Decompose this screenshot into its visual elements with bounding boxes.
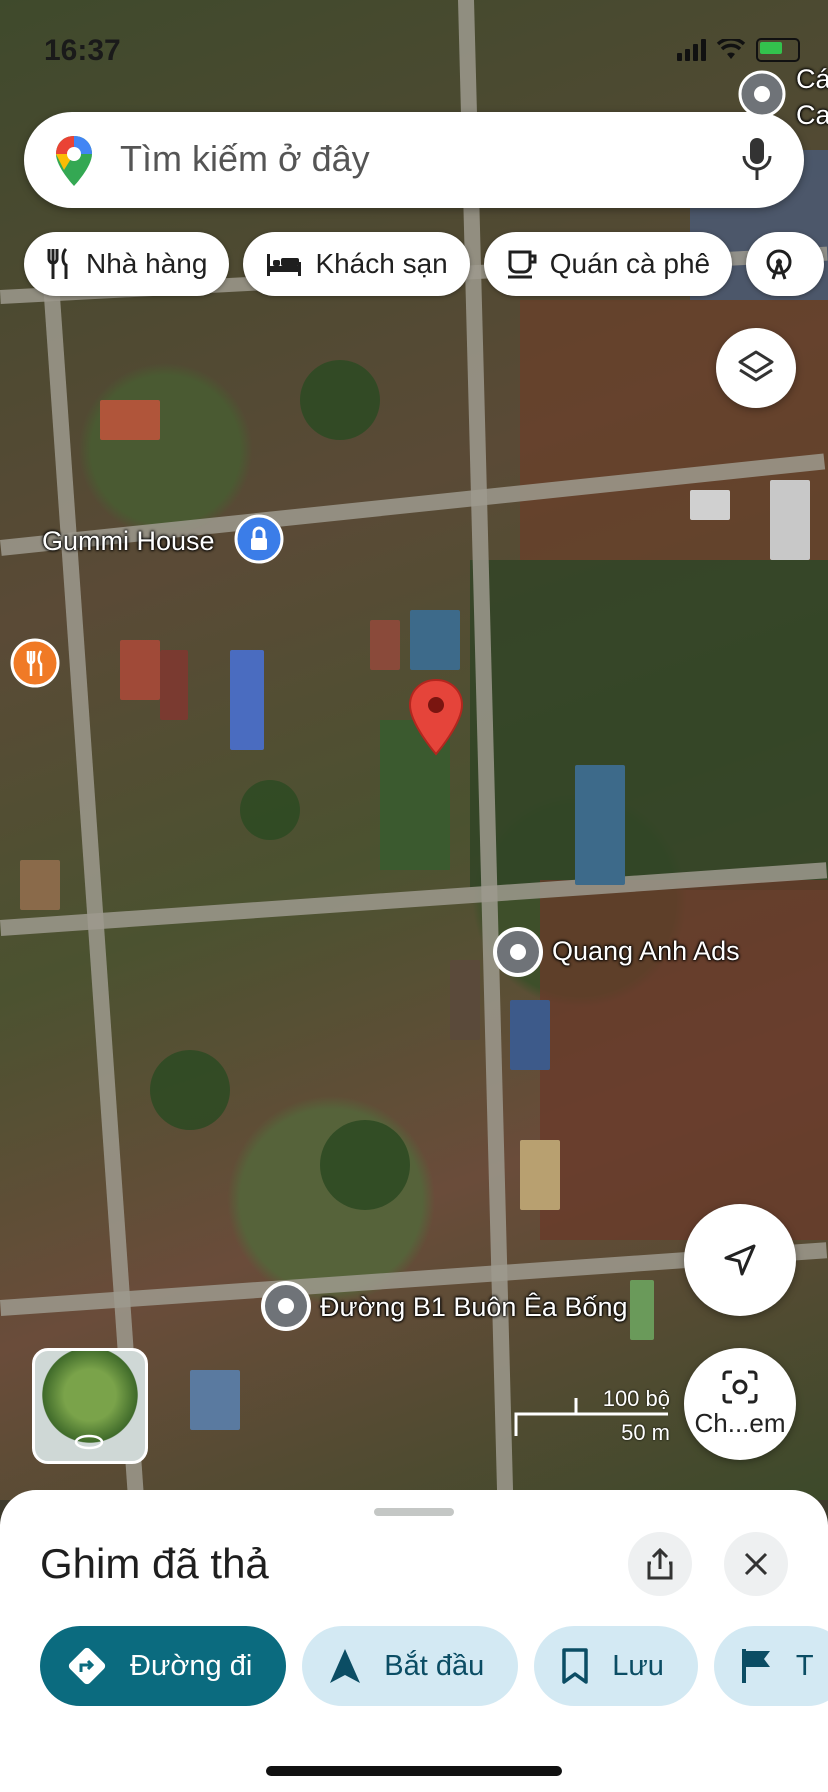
- building: [520, 1140, 560, 1210]
- close-icon: [744, 1552, 768, 1576]
- save-label: Lưu: [612, 1649, 664, 1682]
- building: [770, 480, 810, 560]
- lens-button-label: Ch...em: [694, 1407, 786, 1438]
- chip-label: Quán cà phê: [549, 248, 711, 279]
- map-label-partial[interactable]: Ca: [796, 100, 828, 131]
- tree-cluster: [240, 780, 300, 840]
- place-marker-icon[interactable]: [738, 70, 786, 118]
- bed-icon: [267, 254, 302, 276]
- bookmark-icon: [562, 1648, 588, 1684]
- battery-icon: [756, 38, 800, 62]
- microphone-icon[interactable]: [740, 134, 774, 184]
- building: [100, 400, 160, 440]
- start-label: Bắt đầu: [384, 1649, 485, 1682]
- search-bar[interactable]: Tìm kiếm ở đây: [24, 112, 804, 208]
- save-button[interactable]: Lưu: [534, 1626, 698, 1706]
- place-bottom-sheet[interactable]: Ghim đã thả Đường đi Bắt đầu Lưu T: [0, 1490, 828, 1792]
- building: [410, 610, 460, 670]
- building: [510, 1000, 550, 1070]
- coffee-cup-icon: [507, 250, 537, 279]
- close-button[interactable]: [724, 1532, 788, 1596]
- navigation-arrow-icon: [330, 1649, 361, 1683]
- map-label-partial[interactable]: Cá: [796, 64, 828, 95]
- flag-icon: [741, 1649, 770, 1683]
- google-maps-logo-icon: [56, 136, 92, 186]
- ferris-wheel-icon: [766, 249, 792, 280]
- tree-cluster: [320, 1120, 410, 1210]
- wifi-icon: [716, 39, 746, 59]
- chip-attractions[interactable]: [746, 232, 825, 296]
- status-bar: 16:37: [0, 30, 828, 70]
- status-icons: [677, 38, 800, 62]
- utensils-icon: [47, 247, 68, 279]
- label-label: T: [795, 1649, 814, 1682]
- lens-search-button[interactable]: Ch...em: [684, 1348, 796, 1460]
- place-marker-icon[interactable]: [260, 1280, 312, 1332]
- rotate-360-icon: [74, 1434, 104, 1450]
- directions-button[interactable]: Đường đi: [40, 1626, 287, 1706]
- category-chips: Nhà hàng Khách sạn Quán cà phê: [24, 232, 825, 296]
- building: [575, 765, 625, 885]
- chip-hotels[interactable]: Khách sạn: [243, 232, 470, 296]
- camera-lens-icon: [722, 1370, 758, 1403]
- building: [450, 960, 480, 1040]
- my-location-button[interactable]: [684, 1204, 796, 1316]
- building: [690, 490, 730, 520]
- building: [120, 640, 160, 700]
- start-button[interactable]: Bắt đầu: [302, 1626, 519, 1706]
- poi-label-quang-anh-ads[interactable]: Quang Anh Ads: [552, 936, 740, 967]
- street-view-thumbnail[interactable]: [32, 1348, 148, 1464]
- building: [160, 650, 188, 720]
- clock-time: 16:37: [44, 34, 121, 67]
- building: [370, 620, 400, 670]
- scale-metric: 50 m: [621, 1420, 670, 1445]
- search-input[interactable]: Tìm kiếm ở đây: [120, 138, 370, 180]
- cellular-signal-icon: [677, 39, 706, 61]
- chip-label: Nhà hàng: [86, 248, 208, 279]
- directions-icon: [68, 1647, 106, 1685]
- place-title: Ghim đã thả: [40, 1540, 269, 1587]
- map-field: [470, 560, 828, 890]
- restaurant-marker-icon[interactable]: [10, 638, 60, 688]
- share-icon: [647, 1547, 673, 1580]
- home-indicator[interactable]: [266, 1766, 562, 1776]
- place-marker-icon[interactable]: [492, 926, 544, 978]
- chip-cafes[interactable]: Quán cà phê: [483, 232, 733, 296]
- chip-label: Khách sạn: [315, 248, 448, 279]
- scale-imperial: 100 bộ: [602, 1386, 670, 1411]
- building: [630, 1280, 654, 1340]
- tree-cluster: [150, 1050, 230, 1130]
- layers-icon: [738, 350, 774, 382]
- poi-label-duong-b1[interactable]: Đường B1 Buôn Êa Bống: [320, 1292, 627, 1323]
- label-button[interactable]: T: [713, 1626, 828, 1706]
- action-buttons: Đường đi Bắt đầu Lưu T: [40, 1626, 828, 1706]
- sheet-drag-handle[interactable]: [374, 1508, 454, 1516]
- lodging-marker-icon[interactable]: [234, 514, 284, 564]
- share-button[interactable]: [628, 1532, 692, 1596]
- map-scale: 100 bộ 50 m: [514, 1386, 670, 1446]
- building: [20, 860, 60, 910]
- building: [190, 1370, 240, 1430]
- dropped-pin-icon[interactable]: [408, 678, 464, 756]
- poi-label-gummi-house[interactable]: Gummi House: [42, 526, 215, 557]
- tree-cluster: [300, 360, 380, 440]
- map-field: [540, 880, 828, 1240]
- chip-restaurants[interactable]: Nhà hàng: [24, 232, 230, 296]
- navigation-arrow-icon: [724, 1244, 756, 1276]
- directions-label: Đường đi: [130, 1649, 253, 1682]
- layers-button[interactable]: [716, 328, 796, 408]
- building: [230, 650, 264, 750]
